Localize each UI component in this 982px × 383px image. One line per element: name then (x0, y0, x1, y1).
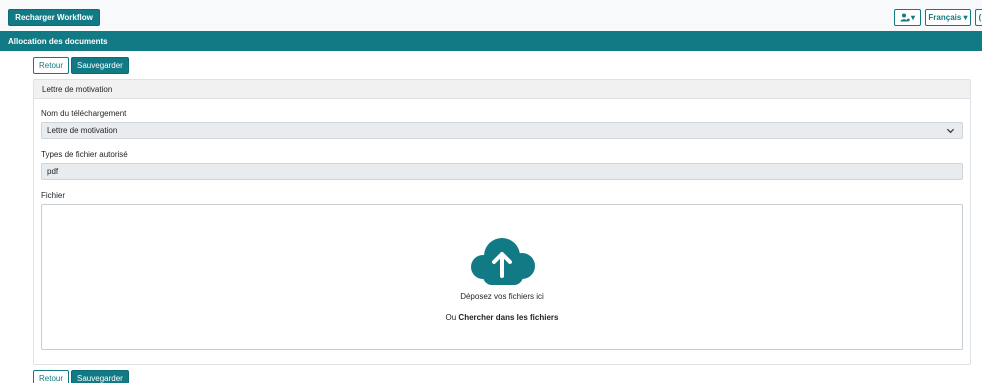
browse-or-text: Ou (445, 313, 457, 322)
browse-files-link[interactable]: Chercher dans les fichiers (458, 313, 558, 322)
upload-name-select[interactable]: Lettre de motivation (41, 122, 963, 139)
user-settings-icon (900, 13, 910, 22)
file-types-label: Types de fichier autorisé (41, 150, 128, 159)
back-button-bottom[interactable]: Retour (33, 370, 70, 383)
reload-workflow-label: Recharger Workflow (15, 13, 93, 22)
top-bar: Recharger Workflow ▾ Français ▾ ( (0, 0, 982, 31)
bottom-action-bar: Retour Sauvegarder (33, 370, 129, 383)
save-button-bottom-label: Sauvegarder (77, 374, 123, 383)
card-header: Lettre de motivation (34, 80, 970, 99)
section-title: Allocation des documents (8, 36, 108, 46)
user-menu-button[interactable]: ▾ (894, 9, 921, 26)
upload-name-value: Lettre de motivation (47, 126, 118, 135)
language-select-button[interactable]: Français ▾ (925, 9, 971, 26)
reload-workflow-button[interactable]: Recharger Workflow (8, 9, 100, 26)
card-title: Lettre de motivation (42, 84, 113, 94)
chevron-down-icon (946, 128, 955, 134)
user-menu-caret: ▾ (910, 13, 915, 22)
section-header: Allocation des documents (0, 31, 982, 51)
back-button[interactable]: Retour (33, 57, 70, 74)
back-button-bottom-label: Retour (39, 374, 64, 383)
file-types-value: pdf (47, 167, 59, 176)
extra-menu-button[interactable]: ( (975, 9, 982, 26)
browse-line: Ou Chercher dans les fichiers (42, 313, 962, 322)
save-button-bottom[interactable]: Sauvegarder (71, 370, 129, 383)
language-label: Français ▾ (928, 13, 968, 22)
upload-name-label: Nom du téléchargement (41, 109, 127, 118)
file-label: Fichier (41, 191, 66, 200)
back-button-label: Retour (39, 61, 64, 70)
extra-menu-label: ( (978, 13, 982, 22)
cloud-upload-icon (471, 238, 535, 285)
top-action-bar: Retour Sauvegarder (33, 57, 129, 74)
drop-instructions: Déposez vos fichiers ici (460, 292, 544, 301)
file-dropzone[interactable]: Déposez vos fichiers ici Ou Chercher dan… (41, 204, 963, 350)
file-types-field: pdf (41, 163, 963, 180)
save-button-label: Sauvegarder (77, 61, 123, 70)
save-button[interactable]: Sauvegarder (71, 57, 129, 74)
